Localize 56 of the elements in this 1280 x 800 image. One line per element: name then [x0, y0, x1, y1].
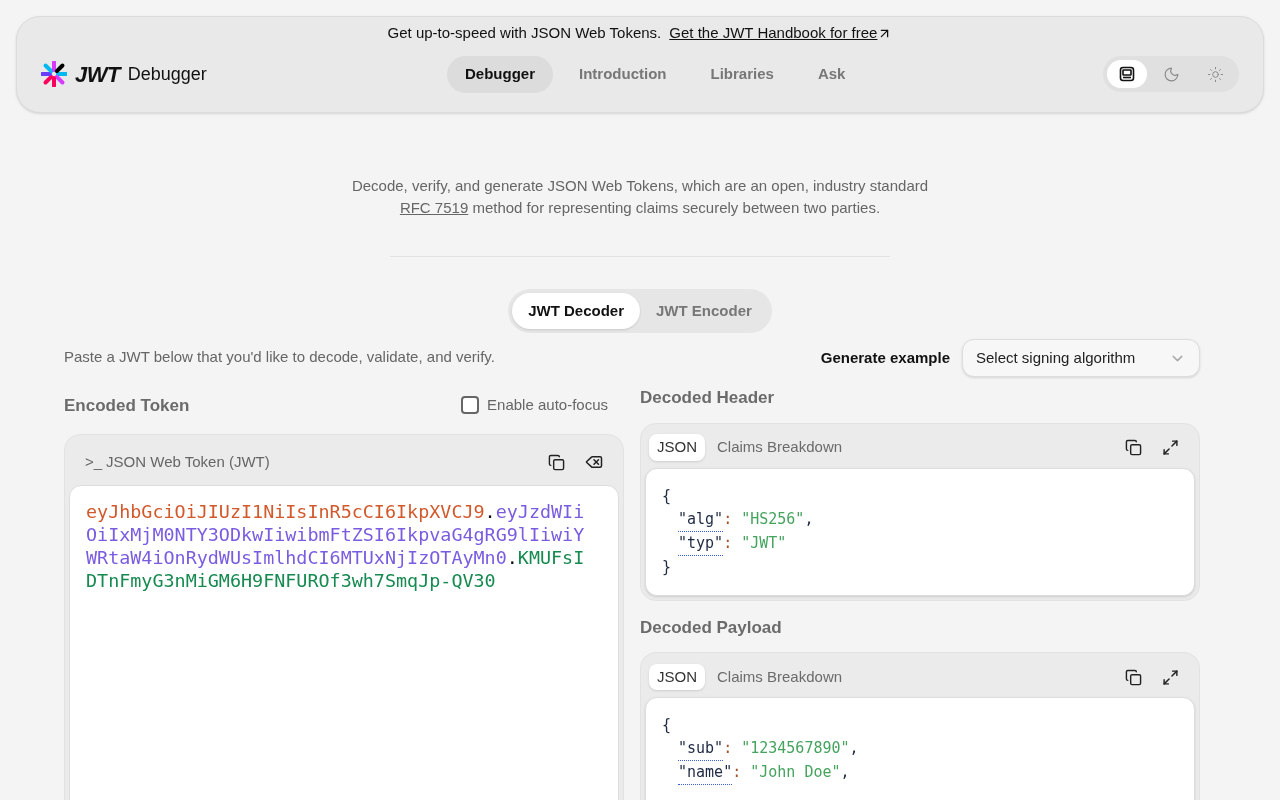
- claim-key: "alg": [678, 507, 724, 532]
- generate-label: Generate example: [820, 347, 950, 368]
- checkbox[interactable]: [461, 396, 480, 415]
- monitor-icon: [1119, 66, 1135, 82]
- claim-value: "John Doe": [750, 762, 841, 783]
- format-tab[interactable]: Claims Breakdown: [709, 663, 851, 691]
- hint-text: Paste a JWT below that you'd like to decode, validate, and verify.: [64, 347, 496, 367]
- expand-icon[interactable]: [1162, 668, 1179, 686]
- claim-value: "JWT": [741, 532, 787, 554]
- colon: :: [723, 508, 733, 530]
- format-tab[interactable]: Claims Breakdown: [709, 434, 851, 461]
- handbook-link[interactable]: Get the JWT Handbook for free: [669, 22, 893, 45]
- section-title: Decoded Header: [640, 387, 776, 409]
- colon: :: [723, 738, 733, 759]
- nav-tab[interactable]: Introduction: [561, 55, 685, 93]
- claim-key: "sub": [678, 737, 724, 761]
- token-field[interactable]: eyJhbGciOiJIUzI1NiIsInR5cCI6IkpXVCJ9.eyJzdWIiOiIxMjM0NTY3ODkwIiwibmFtZSI6IkpvaG4gRG9lIiwiYWRtaW4iOnRydWUsImlhdCI6MTUxNjIzOTAyMn0.KMUFsIDTnFmyG3nMiGM6H9FNFUROf3wh7SmqJp-QV30: [69, 485, 619, 800]
- claim-value: "1234567890": [741, 738, 850, 759]
- logo-icon: [41, 61, 67, 87]
- claim-value: "HS256": [741, 508, 805, 530]
- nav-tab[interactable]: Debugger: [447, 55, 553, 93]
- code-line: {: [662, 715, 673, 736]
- colon: :: [732, 762, 742, 783]
- nav-tab[interactable]: Ask: [799, 55, 864, 93]
- colon: :: [723, 532, 733, 554]
- comma: ,: [804, 508, 814, 530]
- format-tab[interactable]: JSON: [649, 434, 705, 461]
- expand-icon[interactable]: [1162, 439, 1179, 456]
- claim-key: "typ": [678, 531, 724, 556]
- checkbox-label: Enable auto-focus: [487, 395, 608, 415]
- theme-button[interactable]: [1107, 60, 1147, 88]
- sun-icon: [1206, 65, 1224, 83]
- moon-icon: [1162, 65, 1180, 83]
- panel-title: JSON Web Token (JWT): [106, 451, 270, 472]
- copy-icon[interactable]: [1125, 668, 1142, 686]
- algorithm-select[interactable]: Select signing algorithm: [962, 339, 1200, 377]
- brand-logo: JWT: [75, 60, 120, 89]
- code-line: {: [662, 485, 673, 507]
- mode-tab[interactable]: JWT Encoder: [640, 293, 768, 329]
- mode-tab[interactable]: JWT Decoder: [512, 293, 640, 329]
- rfc-link[interactable]: RFC 7519: [399, 199, 469, 216]
- copy-icon[interactable]: [1125, 439, 1142, 456]
- clear-icon[interactable]: [585, 453, 603, 471]
- banner-text: Get up-to-speed with JSON Web Tokens.: [387, 23, 662, 43]
- section-title: Decoded Payload: [640, 616, 783, 639]
- brand-name: Debugger: [127, 62, 207, 86]
- intro-paragraph: Decode, verify, and generate JSON Web Tokens, which are an open, industry standard RFC 7519 method for representing claims securely between two parties.: [350, 176, 930, 218]
- nav-tab[interactable]: Libraries: [692, 55, 792, 93]
- comma: ,: [849, 738, 859, 759]
- copy-icon[interactable]: [548, 453, 565, 471]
- format-tab[interactable]: JSON: [649, 663, 705, 691]
- comma: ,: [840, 762, 850, 783]
- section-title: Encoded Token: [64, 394, 190, 417]
- code-line: }: [662, 556, 673, 578]
- claim-key: "name": [678, 761, 733, 785]
- prompt-icon: >_: [85, 450, 103, 474]
